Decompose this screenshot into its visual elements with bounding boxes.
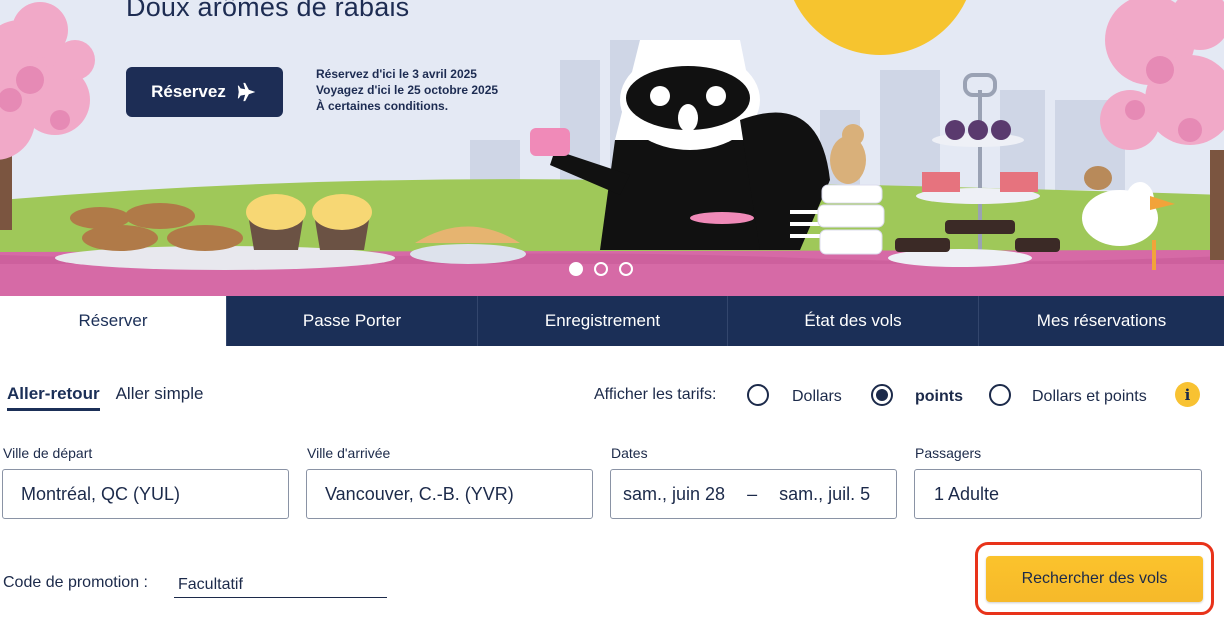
dates-field: Dates sam., juin 28 – sam., juil. 5 (610, 445, 897, 519)
carousel-dots (569, 262, 633, 276)
search-flights-button[interactable]: Rechercher des vols (986, 556, 1203, 602)
fare-display-options: Afficher les tarifs: Dollars points Doll… (594, 382, 1214, 410)
search-button-highlight: Rechercher des vols (975, 542, 1214, 615)
dates-label: Dates (611, 445, 648, 461)
banner-title: Doux arômes de rabais (126, 0, 410, 22)
booking-tabs: Réserver Passe Porter Enregistrement Éta… (0, 296, 1224, 346)
passengers-field: Passagers 1 Adulte (914, 445, 1202, 519)
banner-reserve-button[interactable]: Réservez (126, 67, 283, 117)
tab-passe-porter[interactable]: Passe Porter (226, 296, 477, 346)
promo-code-label: Code de promotion : (3, 574, 148, 591)
tab-mes-reservations[interactable]: Mes réservations (978, 296, 1224, 346)
fare-option-points[interactable]: points (915, 388, 963, 406)
promo-banner[interactable]: Doux arômes de rabais Réservez Réservez … (0, 0, 1224, 296)
airplane-icon (237, 82, 256, 102)
trip-type-one-way[interactable]: Aller simple (116, 384, 204, 411)
fare-option-dollars[interactable]: Dollars (792, 388, 842, 406)
date-separator: – (747, 483, 758, 504)
arrival-input[interactable]: Vancouver, C.-B. (YVR) (306, 469, 593, 519)
fare-radio-dollars[interactable] (747, 384, 769, 406)
departure-label: Ville de départ (3, 445, 93, 461)
date-end: sam., juil. 5 (779, 483, 871, 504)
carousel-dot-1[interactable] (569, 262, 583, 276)
tab-etat-des-vols[interactable]: État des vols (727, 296, 978, 346)
tab-reserver[interactable]: Réserver (0, 296, 226, 346)
promo-code-input[interactable] (174, 572, 387, 598)
fare-option-dollars-points[interactable]: Dollars et points (1032, 388, 1147, 406)
arrival-label: Ville d'arrivée (307, 445, 391, 461)
dates-input[interactable]: sam., juin 28 – sam., juil. 5 (610, 469, 897, 519)
departure-field: Ville de départ Montréal, QC (YUL) (2, 445, 289, 519)
carousel-dot-3[interactable] (619, 262, 633, 276)
fare-display-label: Afficher les tarifs: (594, 386, 717, 403)
arrival-field: Ville d'arrivée Vancouver, C.-B. (YVR) (306, 445, 593, 519)
trip-type-selector: Aller-retour Aller simple (7, 384, 203, 411)
fare-radio-points[interactable] (871, 384, 893, 406)
banner-condition-line: À certaines conditions. (316, 99, 449, 113)
tab-enregistrement[interactable]: Enregistrement (477, 296, 727, 346)
banner-reserve-label: Réservez (151, 82, 226, 101)
banner-condition-line: Voyagez d'ici le 25 octobre 2025 (316, 83, 499, 97)
trip-type-round-trip[interactable]: Aller-retour (7, 384, 100, 411)
carousel-dot-2[interactable] (594, 262, 608, 276)
departure-input[interactable]: Montréal, QC (YUL) (2, 469, 289, 519)
date-start: sam., juin 28 (623, 483, 726, 504)
passengers-input[interactable]: 1 Adulte (914, 469, 1202, 519)
info-icon[interactable]: i (1175, 382, 1200, 407)
passengers-label: Passagers (915, 445, 982, 461)
banner-conditions: Réservez d'ici le 3 avril 2025 Voyagez d… (316, 66, 498, 114)
banner-illustration (0, 0, 1224, 296)
banner-condition-line: Réservez d'ici le 3 avril 2025 (316, 67, 477, 81)
fare-radio-dollars-points[interactable] (989, 384, 1011, 406)
